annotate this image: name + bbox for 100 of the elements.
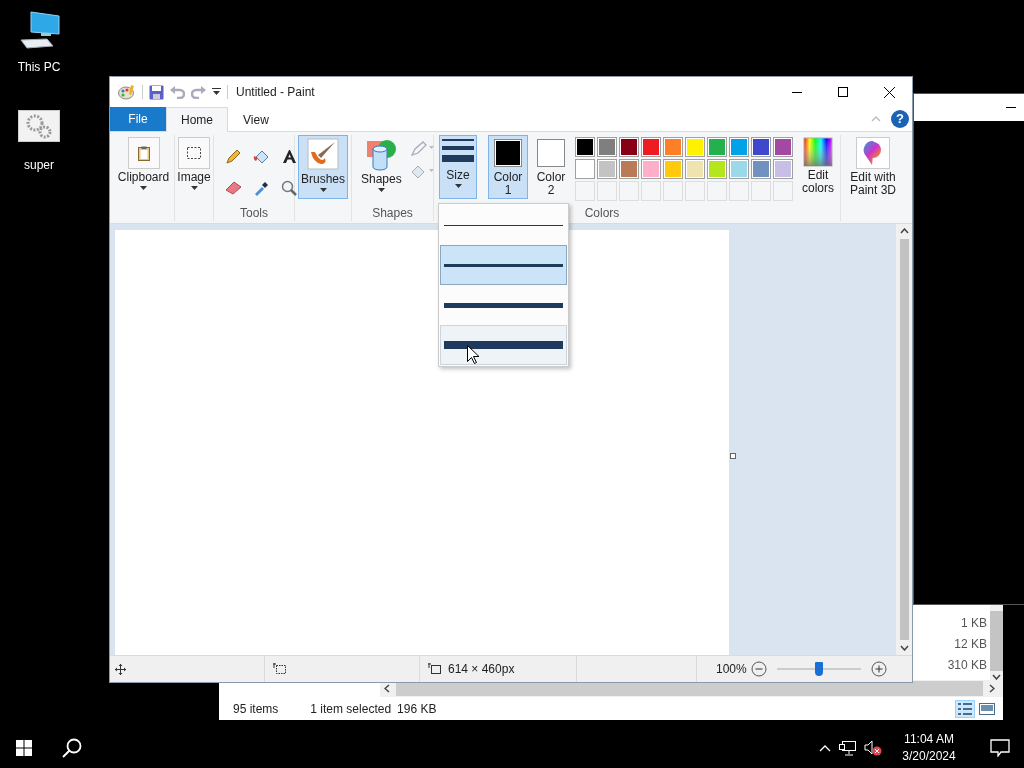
slider-thumb[interactable] <box>814 662 823 676</box>
eraser-icon <box>224 180 242 195</box>
clipboard-button[interactable]: Clipboard <box>114 135 173 199</box>
color-swatch[interactable] <box>619 159 639 179</box>
empty-color-slot[interactable] <box>707 181 727 201</box>
network-icon[interactable] <box>839 740 856 756</box>
line-thickness-icon <box>444 302 563 308</box>
canvas-size: 614 × 460px <box>448 662 515 676</box>
scroll-down-icon[interactable] <box>899 645 909 651</box>
edit-colors-button[interactable]: Edit colors <box>799 135 837 199</box>
empty-color-slot[interactable] <box>729 181 749 201</box>
text-tool[interactable] <box>281 149 297 164</box>
brushes-button[interactable]: Brushes <box>298 135 348 199</box>
notification-icon <box>990 739 1010 757</box>
chevron-up-icon[interactable] <box>819 744 831 752</box>
shapes-icon <box>365 137 398 171</box>
search-icon <box>62 738 82 758</box>
file-size: 310 KB <box>947 657 987 674</box>
color-swatch[interactable] <box>619 137 639 157</box>
save-icon[interactable] <box>149 84 164 100</box>
color-swatch[interactable] <box>575 137 595 157</box>
color-swatch[interactable] <box>575 159 595 179</box>
minimize-icon[interactable] <box>1006 106 1016 109</box>
zoom-out-icon[interactable] <box>750 661 767 677</box>
scrollbar-thumb[interactable] <box>899 239 909 640</box>
color-swatch[interactable] <box>729 137 749 157</box>
edit-with-paint-3d-button[interactable]: Edit with Paint 3D <box>841 135 905 199</box>
mouse-pointer-icon <box>467 345 479 364</box>
image-icon <box>979 702 995 715</box>
empty-color-slot[interactable] <box>619 181 639 201</box>
group-label: Tools <box>239 206 269 221</box>
pencil-tool[interactable] <box>225 148 241 165</box>
fill-icon[interactable] <box>410 164 435 179</box>
color-swatch[interactable] <box>685 159 705 179</box>
paint-drop-icon <box>862 140 884 166</box>
line-size-option[interactable] <box>440 245 567 285</box>
spectrum-icon <box>803 137 833 167</box>
undo-icon[interactable] <box>170 85 185 99</box>
details-view-button[interactable] <box>955 699 975 718</box>
desktop-icon-label[interactable]: This PC <box>17 60 61 74</box>
color-swatch[interactable] <box>707 159 727 179</box>
color-swatch[interactable] <box>641 159 661 179</box>
palette-icon[interactable] <box>118 84 136 100</box>
color-button[interactable]: Color 2 <box>531 135 571 199</box>
eraser-tool[interactable] <box>224 180 242 195</box>
scroll-left-icon[interactable] <box>384 684 390 693</box>
desktop-icon-label[interactable]: super <box>24 158 54 172</box>
color-swatch[interactable] <box>773 159 793 179</box>
eyedropper-icon <box>253 179 269 196</box>
color-swatch[interactable] <box>751 159 771 179</box>
color-swatch[interactable] <box>663 137 683 157</box>
color-swatch[interactable] <box>707 137 727 157</box>
line-size-option[interactable] <box>440 325 567 365</box>
empty-color-slot[interactable] <box>663 181 683 201</box>
ribbon-tab[interactable]: View <box>228 107 284 132</box>
scroll-down-icon[interactable] <box>992 674 1001 680</box>
color-swatch[interactable] <box>729 159 749 179</box>
file-menu-button[interactable]: File <box>110 107 166 131</box>
caret-icon <box>319 188 327 192</box>
empty-color-slot[interactable] <box>575 181 595 201</box>
close-icon <box>883 86 895 98</box>
color-swatch[interactable] <box>663 159 683 179</box>
empty-color-slot[interactable] <box>685 181 705 201</box>
color-swatch[interactable] <box>773 137 793 157</box>
empty-color-slot[interactable] <box>597 181 617 201</box>
color-swatch[interactable] <box>685 137 705 157</box>
line-thickness-icon <box>444 341 563 349</box>
size-button[interactable]: Size <box>439 135 477 199</box>
color-swatch[interactable] <box>751 137 771 157</box>
caret-icon <box>140 186 147 190</box>
windows-logo-icon <box>16 740 32 756</box>
file-size: 1 KB <box>961 615 987 632</box>
scroll-right-icon[interactable] <box>989 684 995 693</box>
magnifier-tool[interactable] <box>281 179 297 196</box>
caret-icon[interactable] <box>212 88 221 96</box>
scrollbar-thumb[interactable] <box>990 611 1003 671</box>
resize-handle[interactable] <box>730 453 736 459</box>
selection-icon <box>187 147 201 159</box>
magnifier-icon <box>281 179 297 196</box>
outline-icon[interactable] <box>410 141 435 156</box>
minimize-icon <box>792 91 802 93</box>
color-swatch[interactable] <box>597 159 617 179</box>
color-button[interactable]: Color 1 <box>488 135 528 199</box>
zoom-in-icon[interactable] <box>870 661 887 677</box>
fill-tool[interactable] <box>252 148 270 165</box>
empty-color-slot[interactable] <box>773 181 793 201</box>
scroll-up-icon[interactable] <box>899 228 909 234</box>
image-button[interactable]: Image <box>174 135 214 199</box>
empty-color-slot[interactable] <box>751 181 771 201</box>
shapes-button[interactable]: Shapes <box>358 135 405 199</box>
color-swatch[interactable] <box>597 137 617 157</box>
empty-color-slot[interactable] <box>641 181 661 201</box>
help-button[interactable]: ? <box>891 110 909 128</box>
clock[interactable]: 11:04 AM 3/20/2024 <box>890 728 968 768</box>
file-size: 12 KB <box>954 636 987 653</box>
speaker-icon[interactable] <box>864 740 882 756</box>
ribbon-tab[interactable]: Home <box>166 107 228 132</box>
color-picker-tool[interactable] <box>253 179 269 196</box>
color-swatch[interactable] <box>641 137 661 157</box>
redo-icon[interactable] <box>191 85 206 99</box>
